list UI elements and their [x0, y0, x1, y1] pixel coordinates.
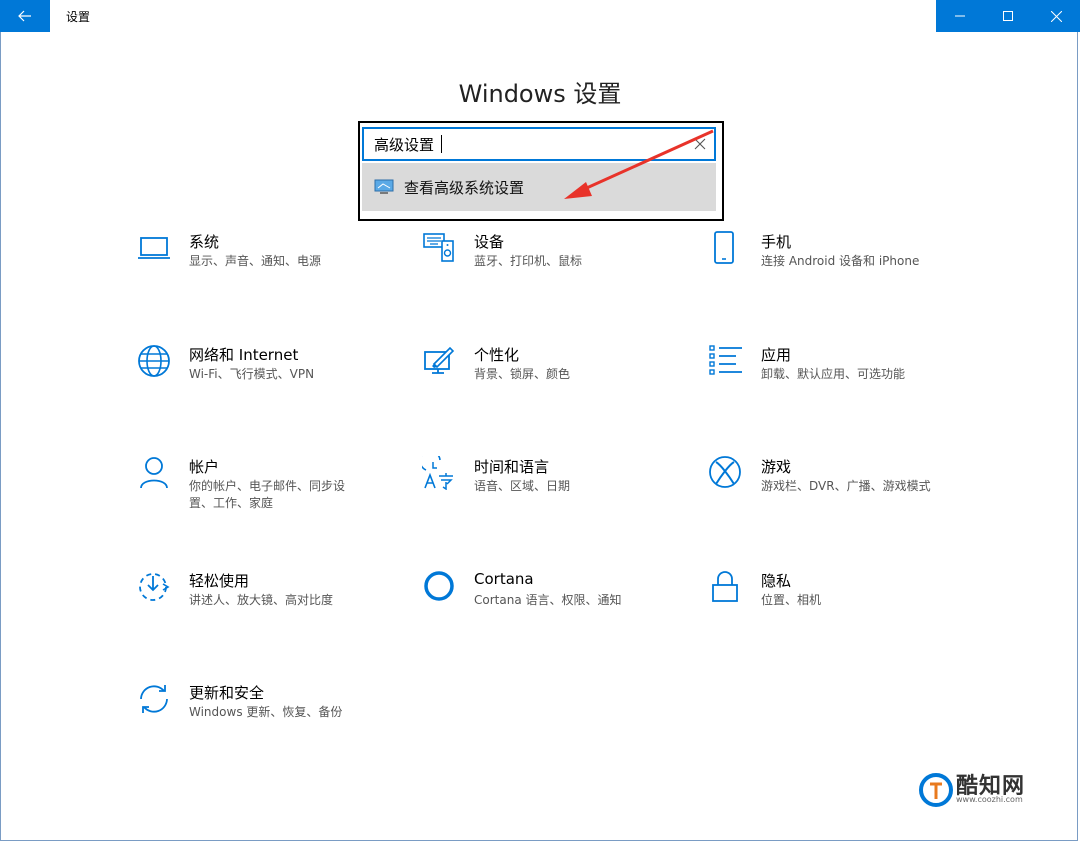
category-name: 应用: [761, 346, 792, 364]
search-suggestion[interactable]: 查看高级系统设置: [362, 163, 716, 211]
category-name: 更新和安全: [189, 684, 265, 702]
search-input[interactable]: [374, 134, 674, 154]
category-update-security[interactable]: 更新和安全 Windows 更新、恢复、备份: [137, 682, 377, 752]
category-desc: 游戏栏、DVR、广播、游戏模式: [761, 479, 931, 493]
category-cortana[interactable]: Cortana Cortana 语言、权限、通知: [422, 570, 662, 640]
maximize-icon: [1003, 11, 1013, 21]
category-time-language[interactable]: 时间和语言 语音、区域、日期: [422, 456, 662, 526]
category-desc: 你的帐户、电子邮件、同步设置、工作、家庭: [189, 479, 346, 510]
category-name: 时间和语言: [474, 458, 550, 476]
category-phone[interactable]: 手机 连接 Android 设备和 iPhone: [709, 231, 949, 301]
category-personalization[interactable]: 个性化 背景、锁屏、颜色: [422, 344, 662, 414]
category-desc: 显示、声音、通知、电源: [189, 254, 322, 268]
category-desc: 卸载、默认应用、可选功能: [761, 367, 906, 381]
search-box[interactable]: [362, 127, 716, 161]
time-language-icon: [422, 456, 453, 490]
keyboard-speaker-icon: [423, 233, 454, 262]
sync-icon: [140, 685, 168, 713]
category-desc: 蓝牙、打印机、鼠标: [474, 254, 583, 268]
category-desc: Cortana 语言、权限、通知: [474, 593, 622, 607]
category-desc: 背景、锁屏、颜色: [474, 367, 571, 381]
close-button[interactable]: [1032, 0, 1080, 32]
category-desc: 连接 Android 设备和 iPhone: [761, 254, 920, 268]
window-controls: [936, 0, 1080, 32]
category-name: Cortana: [474, 570, 534, 588]
clear-search-icon[interactable]: [692, 136, 708, 152]
category-desc: 讲述人、放大镜、高对比度: [189, 593, 334, 607]
globe-icon: [138, 345, 170, 377]
category-accounts[interactable]: 帐户 你的帐户、电子邮件、同步设置、工作、家庭: [137, 456, 377, 526]
watermark-logo: 酷知网 www.coozhi.com: [918, 768, 1038, 810]
category-name: 轻松使用: [189, 572, 250, 590]
title-bar: 设置: [0, 0, 1080, 32]
xbox-icon: [709, 456, 741, 488]
arrow-left-icon: [18, 10, 31, 22]
person-icon: [140, 457, 168, 489]
cortana-icon: [424, 571, 454, 601]
phone-icon: [714, 231, 734, 264]
ease-of-access-icon: [139, 573, 170, 601]
category-apps[interactable]: 应用 卸载、默认应用、可选功能: [709, 344, 949, 414]
category-name: 帐户: [189, 458, 220, 476]
category-devices[interactable]: 设备 蓝牙、打印机、鼠标: [422, 231, 662, 301]
category-name: 设备: [474, 233, 505, 251]
minimize-button[interactable]: [936, 0, 984, 32]
category-system[interactable]: 系统 显示、声音、通知、电源: [137, 231, 377, 301]
category-name: 游戏: [761, 458, 792, 476]
category-privacy[interactable]: 隐私 位置、相机: [709, 570, 949, 640]
minimize-icon: [955, 15, 965, 17]
category-desc: Wi-Fi、飞行模式、VPN: [189, 367, 315, 381]
category-desc: 位置、相机: [761, 593, 822, 607]
category-name: 网络和 Internet: [189, 346, 299, 364]
category-gaming[interactable]: 游戏 游戏栏、DVR、广播、游戏模式: [709, 456, 949, 526]
back-button[interactable]: [0, 0, 50, 32]
category-name: 手机: [761, 233, 792, 251]
list-icon: [709, 345, 742, 375]
laptop-icon: [138, 237, 170, 259]
page-title: Windows 设置: [458, 80, 622, 109]
lock-icon: [712, 571, 738, 602]
window-title: 设置: [66, 10, 91, 24]
monitor-icon: [374, 179, 394, 194]
category-network[interactable]: 网络和 Internet Wi-Fi、飞行模式、VPN: [137, 344, 377, 414]
category-ease-of-access[interactable]: 轻松使用 讲述人、放大镜、高对比度: [137, 570, 377, 640]
suggestion-label: 查看高级系统设置: [404, 178, 525, 197]
paint-icon: [424, 346, 455, 374]
category-name: 系统: [189, 233, 220, 251]
maximize-button[interactable]: [984, 0, 1032, 32]
category-desc: Windows 更新、恢复、备份: [189, 705, 343, 719]
coozhi-logo-icon: [919, 773, 953, 807]
watermark-url: www.coozhi.com: [956, 795, 1023, 804]
close-icon: [1050, 10, 1062, 22]
text-caret: [441, 135, 442, 153]
category-name: 隐私: [761, 572, 792, 590]
category-name: 个性化: [474, 346, 520, 364]
category-desc: 语音、区域、日期: [474, 479, 571, 493]
